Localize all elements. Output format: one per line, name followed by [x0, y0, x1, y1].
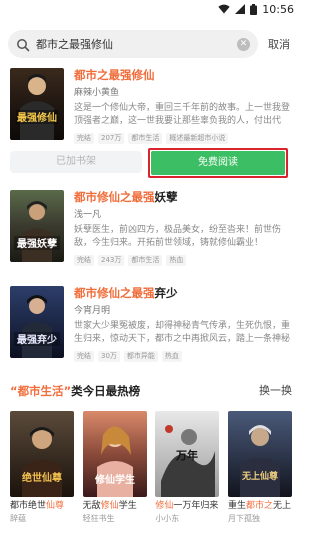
- tag-words: 207万: [98, 133, 125, 144]
- hot-book-4[interactable]: 无上仙尊 重生都市之无上 月下孤独: [227, 411, 292, 524]
- book-cover[interactable]: 最强修仙: [10, 68, 64, 140]
- wifi-icon: [218, 4, 230, 14]
- hot-book-author: 月下孤独: [227, 514, 260, 523]
- hot-book-3[interactable]: 万年 修仙一万年归来 小小东: [155, 411, 220, 524]
- book-description: 世家大少果冤被废，却得神秘青气传承，生死仇恨，重生归来，惊动天下，都市之中再掀风…: [74, 321, 291, 344]
- cover-title: 无上仙尊: [241, 470, 278, 482]
- book-description: 妖孽医生，前凶四方，极品美女，纷至沓来！前世伤敌，今生归来。开拓前世领域，铸就修…: [74, 225, 282, 248]
- book-author: 麻辣小黄鱼: [74, 88, 120, 98]
- added-to-shelf-button[interactable]: 已加书架: [10, 151, 142, 173]
- search-result-3[interactable]: 最强弃少 都市修仙之最强弃少 今宵月明 世家大少果冤被废，却得神秘青气传承，生死…: [10, 286, 292, 362]
- tag-category: 都市异能: [123, 351, 158, 362]
- search-input[interactable]: [36, 37, 237, 51]
- tag-keyword: 热血: [166, 255, 187, 266]
- search-field[interactable]: ✕: [8, 30, 258, 58]
- book-actions: 已加书架 免费阅读: [10, 148, 292, 178]
- hot-book-2[interactable]: 修仙学生 无敌修仙学生 轻狂书生: [82, 411, 147, 524]
- book-cover[interactable]: 修仙学生: [82, 411, 147, 497]
- hot-list: 绝世仙尊 都市绝世仙尊 辞蕴 修仙学生 无敌修仙学生 轻狂书生 万年 修仙一万年…: [10, 411, 292, 524]
- tag-keyword: 概述最新超市小说: [166, 133, 229, 144]
- tag-status: 完结: [74, 255, 94, 266]
- book-cover[interactable]: 万年: [155, 411, 220, 497]
- tag-words: 30万: [98, 351, 120, 362]
- search-icon: [16, 37, 30, 52]
- search-result-1[interactable]: 最强修仙 都市之最强修仙 麻辣小黄鱼 这是一个修仙大帝，重回三千年前的故事。上一…: [10, 68, 292, 144]
- hot-book-title[interactable]: 无敌修仙学生: [83, 500, 147, 512]
- highlight-box: 免费阅读: [148, 148, 288, 178]
- book-author: 浅一凡: [74, 210, 102, 220]
- hot-list-title: “都市生活”类今日最热榜: [10, 384, 141, 398]
- hot-book-author: 辞蕴: [10, 514, 26, 523]
- refresh-button[interactable]: 换一换: [259, 383, 292, 399]
- cover-title: 最强弃少: [17, 333, 57, 346]
- hot-book-author: 小小东: [155, 514, 180, 523]
- signal-icon: [235, 4, 246, 14]
- book-description: 这是一个修仙大帝，重回三千年前的故事。上一世我登顶强者之巅，这一世我要让那些辜负…: [74, 103, 291, 126]
- status-time: 10:56: [262, 2, 294, 16]
- tag-category: 都市生活: [128, 255, 163, 266]
- cover-title: 最强妖孽: [17, 237, 57, 250]
- clear-icon[interactable]: ✕: [237, 37, 250, 51]
- tag-category: 都市生活: [128, 133, 163, 144]
- book-cover[interactable]: 最强妖孽: [10, 190, 64, 262]
- book-cover[interactable]: 绝世仙尊: [10, 411, 74, 497]
- book-cover[interactable]: 无上仙尊: [227, 411, 292, 497]
- hot-book-title[interactable]: 都市绝世仙尊: [10, 500, 74, 512]
- hot-book-author: 轻狂书生: [82, 514, 115, 523]
- search-result-2[interactable]: 最强妖孽 都市修仙之最强妖孽 浅一凡 妖孽医生，前凶四方，极品美女，纷至沓来！前…: [10, 190, 292, 266]
- tag-keyword: 热血: [161, 351, 182, 362]
- search-bar: ✕ 取消: [8, 30, 294, 58]
- free-read-button[interactable]: 免费阅读: [151, 151, 285, 175]
- status-bar: 10:56: [0, 0, 300, 18]
- cancel-button[interactable]: 取消: [268, 36, 290, 52]
- tag-words: 243万: [98, 255, 125, 266]
- cover-title: 修仙学生: [94, 473, 135, 486]
- book-title[interactable]: 都市之最强修仙: [74, 68, 292, 83]
- book-tags: 完结 207万 都市生活 概述最新超市小说: [74, 133, 292, 144]
- tag-status: 完结: [74, 351, 94, 362]
- book-title[interactable]: 都市修仙之最强弃少: [74, 286, 292, 301]
- battery-icon: [250, 3, 258, 15]
- cover-title: 万年: [175, 448, 198, 462]
- book-tags: 完结 243万 都市生活 热血: [74, 255, 292, 266]
- cover-title: 绝世仙尊: [22, 471, 62, 484]
- book-cover[interactable]: 最强弃少: [10, 286, 64, 358]
- cover-title: 最强修仙: [17, 111, 57, 124]
- tag-status: 完结: [74, 133, 94, 144]
- hot-book-1[interactable]: 绝世仙尊 都市绝世仙尊 辞蕴: [10, 411, 74, 524]
- hot-list-header: “都市生活”类今日最热榜 换一换: [10, 383, 292, 399]
- book-author: 今宵月明: [74, 306, 111, 316]
- hot-book-title[interactable]: 修仙一万年归来: [155, 500, 219, 512]
- hot-book-title[interactable]: 重生都市之无上: [228, 500, 292, 512]
- book-tags: 完结 30万 都市异能 热血: [74, 351, 292, 362]
- book-title[interactable]: 都市修仙之最强妖孽: [74, 190, 292, 205]
